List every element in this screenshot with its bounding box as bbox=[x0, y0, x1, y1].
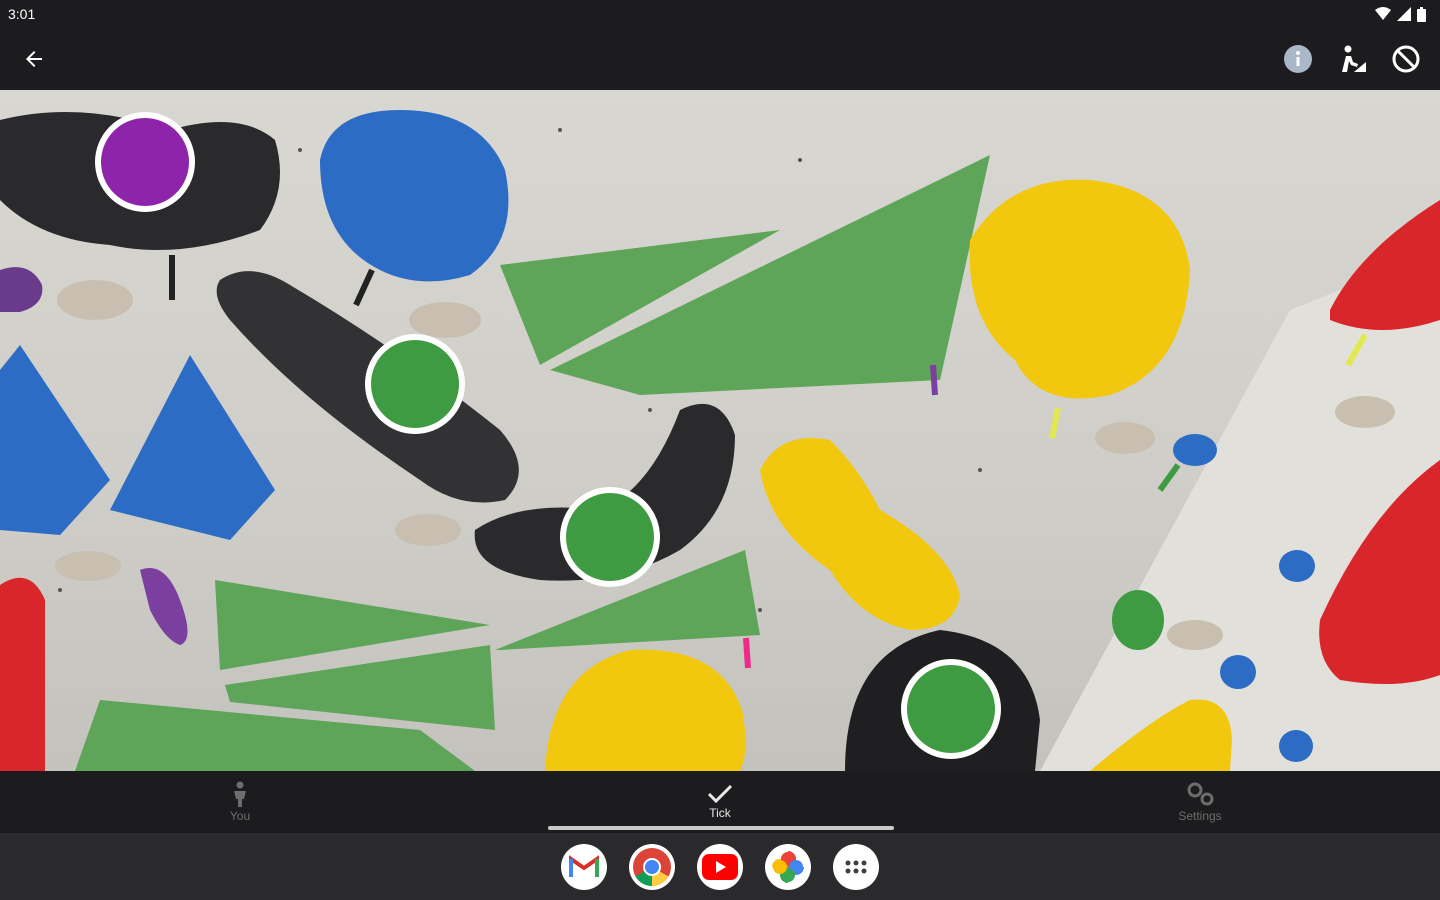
person-icon bbox=[234, 781, 246, 807]
hold-blue-small-2 bbox=[1279, 550, 1315, 582]
check-icon bbox=[707, 784, 733, 804]
hold-blue-small-4 bbox=[1279, 730, 1313, 762]
hold-blue-small-1 bbox=[1173, 434, 1217, 466]
route-marker-start[interactable] bbox=[95, 112, 195, 212]
chrome-icon[interactable] bbox=[629, 843, 675, 890]
hold-purple-crimp bbox=[140, 568, 188, 645]
nav-item-you[interactable]: You bbox=[0, 771, 480, 833]
wall-svg bbox=[0, 110, 1440, 771]
hold-yellow-large-1 bbox=[969, 179, 1190, 399]
route-marker-hand-3[interactable] bbox=[901, 659, 1001, 759]
hold-beige-6 bbox=[395, 514, 461, 546]
hold-beige-5 bbox=[1167, 620, 1223, 650]
bottom-navigation: You Tick Settings bbox=[0, 771, 1440, 833]
app-drawer-icon[interactable] bbox=[833, 843, 879, 890]
back-arrow-icon[interactable] bbox=[12, 37, 56, 81]
info-icon[interactable] bbox=[1276, 37, 1320, 81]
battery-icon bbox=[1417, 6, 1426, 22]
status-time: 3:01 bbox=[8, 6, 36, 22]
hold-beige-3 bbox=[1095, 422, 1155, 454]
hold-blue-pyramid-1 bbox=[0, 345, 110, 535]
nav-label-settings: Settings bbox=[1178, 809, 1222, 823]
hold-beige-4 bbox=[1335, 396, 1395, 428]
taskbar bbox=[0, 833, 1440, 900]
hold-beige-1 bbox=[57, 280, 133, 320]
route-marker-hand-1[interactable] bbox=[365, 334, 465, 434]
app-bar bbox=[0, 28, 1440, 90]
nav-item-tick[interactable]: Tick bbox=[480, 771, 960, 833]
hold-red-1 bbox=[1330, 200, 1440, 330]
nav-item-settings[interactable]: Settings bbox=[960, 771, 1440, 833]
hold-green-small bbox=[1112, 590, 1164, 650]
hold-red-3 bbox=[0, 577, 45, 771]
nav-label-you: You bbox=[229, 809, 251, 823]
hold-blue-pyramid-2 bbox=[110, 355, 275, 540]
hold-yellow-large-3 bbox=[545, 649, 746, 771]
climbing-wall-photo bbox=[0, 90, 1440, 771]
nav-label-tick: Tick bbox=[709, 806, 731, 820]
app-bar-actions bbox=[1276, 37, 1428, 81]
hold-beige-7 bbox=[55, 551, 121, 581]
status-bar: 3:01 bbox=[0, 0, 1440, 28]
gears-icon bbox=[1187, 782, 1214, 806]
wifi-icon bbox=[1375, 7, 1391, 20]
hold-purple-small bbox=[0, 267, 43, 312]
youtube-icon[interactable] bbox=[697, 843, 743, 890]
set-route-icon[interactable] bbox=[1330, 37, 1374, 81]
signal-icon bbox=[1397, 7, 1411, 21]
hold-blue-small-3 bbox=[1220, 655, 1256, 689]
photos-icon[interactable] bbox=[765, 843, 811, 890]
gmail-icon[interactable] bbox=[561, 843, 607, 890]
hold-blue-large bbox=[320, 110, 509, 282]
status-icons bbox=[1375, 6, 1426, 22]
block-icon[interactable] bbox=[1384, 37, 1428, 81]
route-marker-hand-2[interactable] bbox=[560, 487, 660, 587]
nav-active-indicator bbox=[548, 826, 894, 830]
hold-beige-2 bbox=[409, 302, 481, 338]
hold-yellow-large-2 bbox=[760, 438, 960, 630]
